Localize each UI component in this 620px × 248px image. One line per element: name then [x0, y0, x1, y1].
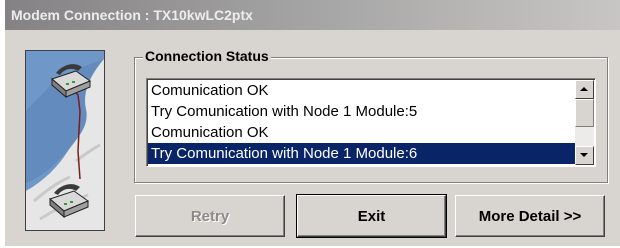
more-detail-button[interactable]: More Detail >> — [455, 195, 605, 237]
scroll-up-arrow-icon — [580, 87, 588, 91]
list-item-selected[interactable]: Try Comunication with Node 1 Module:6 — [148, 143, 576, 164]
window-title: Modem Connection : TX10kwLC2ptx — [11, 7, 253, 23]
scroll-up-button[interactable] — [575, 80, 594, 99]
title-bar[interactable]: Modem Connection : TX10kwLC2ptx — [5, 0, 620, 30]
list-item[interactable]: Comunication OK — [148, 80, 576, 101]
retry-button[interactable]: Retry — [135, 195, 285, 237]
list-item[interactable]: Comunication OK — [148, 122, 576, 143]
scroll-down-button[interactable] — [575, 146, 594, 165]
list-item[interactable]: Try Comunication with Node 1 Module:5 — [148, 101, 576, 122]
connection-illustration — [25, 50, 105, 231]
group-title: Connection Status — [143, 48, 271, 64]
exit-button[interactable]: Exit — [296, 194, 447, 238]
status-log-listbox[interactable]: Comunication OK Try Comunication with No… — [146, 78, 596, 167]
vertical-scrollbar[interactable] — [575, 80, 594, 165]
scroll-down-arrow-icon — [580, 153, 588, 157]
scroll-thumb[interactable] — [575, 99, 594, 127]
